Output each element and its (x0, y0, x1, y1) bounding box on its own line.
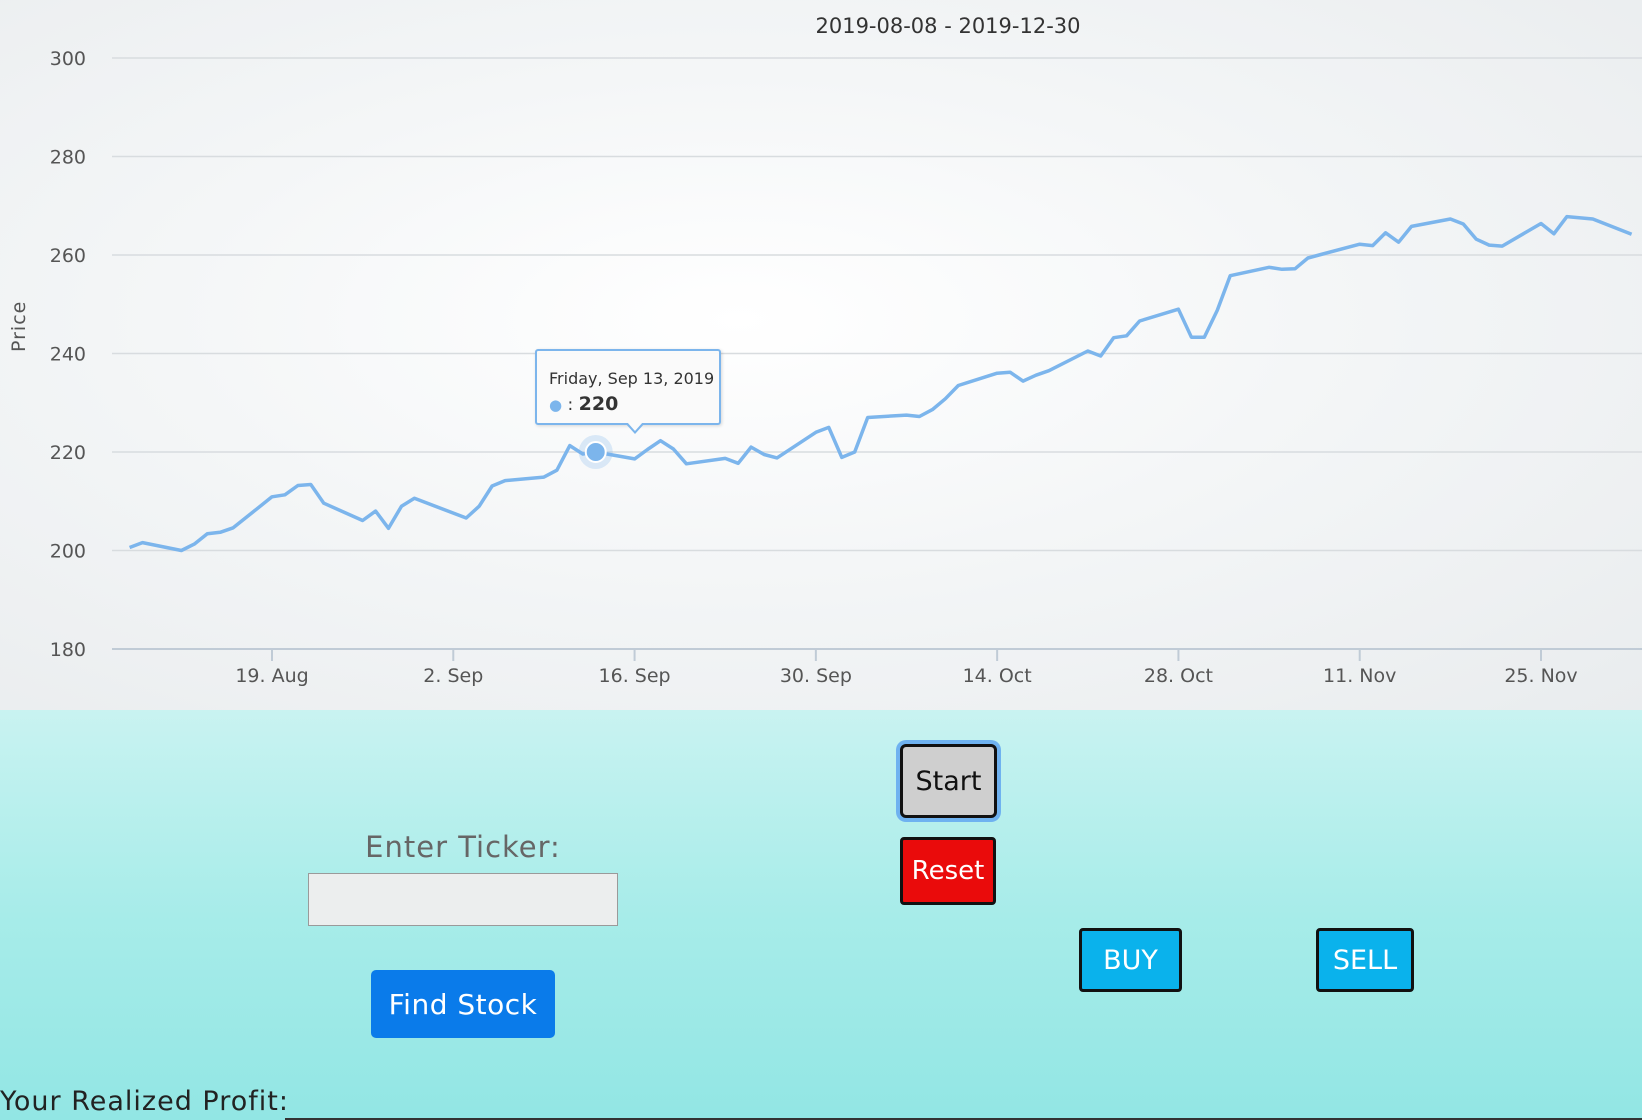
x-tick-label: 19. Aug (235, 665, 308, 687)
x-tick-label: 11. Nov (1323, 665, 1396, 687)
buy-button[interactable]: BUY (1079, 928, 1182, 992)
x-tick-label: 28. Oct (1144, 665, 1213, 687)
tooltip-pointer-inner (627, 422, 643, 431)
ticker-input[interactable] (308, 873, 618, 926)
stock-chart[interactable]: 300 280 260 240 220 200 180 19. Aug 2. Sep 16. Se… (0, 0, 1642, 710)
y-tick-label: 300 (50, 48, 86, 70)
y-tick-label: 240 (50, 344, 86, 366)
controls-panel: Enter Ticker: Find Stock Start Reset BUY… (0, 710, 1642, 1120)
reset-button[interactable]: Reset (900, 837, 996, 905)
price-series-line (128, 214, 1633, 553)
chart-title: 2019-08-08 - 2019-12-30 (815, 14, 1081, 38)
x-tick-label: 16. Sep (599, 665, 671, 687)
start-button[interactable]: Start (900, 744, 997, 818)
y-tick-label: 180 (50, 639, 86, 661)
chart-svg: 300 280 260 240 220 200 180 19. Aug 2. Sep 16. Se… (50, 48, 1642, 687)
tooltip-separator: : (562, 395, 579, 415)
x-tick-label: 30. Sep (780, 665, 852, 687)
tooltip-value: 220 (578, 393, 619, 415)
series-dot-icon: ● (549, 396, 563, 414)
x-tick-label: 25. Nov (1504, 665, 1577, 687)
y-tick-label: 220 (50, 442, 86, 464)
chart-tooltip: Friday, Sep 13, 2019 ● : 220 (535, 349, 721, 425)
tooltip-value-row: ● : 220 (549, 393, 618, 415)
hover-point-marker (584, 441, 607, 463)
sell-button[interactable]: SELL (1316, 928, 1414, 992)
x-tick-label: 2. Sep (423, 665, 483, 687)
tooltip-date: Friday, Sep 13, 2019 (549, 369, 715, 388)
find-stock-button[interactable]: Find Stock (371, 970, 555, 1038)
x-tick-label: 14. Oct (963, 665, 1032, 687)
y-axis-title: Price (8, 300, 30, 352)
y-tick-label: 280 (50, 147, 86, 169)
y-tick-label: 260 (50, 245, 86, 267)
realized-profit-label: Your Realized Profit: (0, 1086, 289, 1117)
ticker-label: Enter Ticker: (365, 830, 561, 864)
y-tick-label: 200 (50, 541, 86, 563)
